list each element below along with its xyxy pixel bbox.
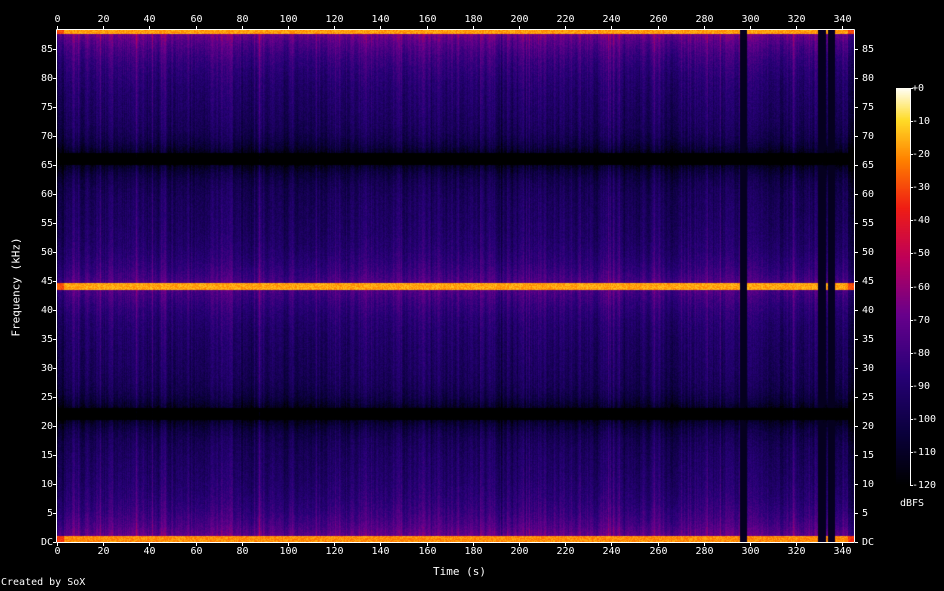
colorbar-tick-label: -100	[912, 413, 937, 425]
y-tick-label-right: 35	[862, 333, 875, 345]
y-tick-label-right: 30	[862, 362, 875, 374]
x-axis-label: Time (s)	[433, 565, 486, 578]
y-tick-label-left: 50	[40, 246, 53, 258]
colorbar-tick-label: -70	[912, 314, 931, 326]
colorbar-tick-label: -50	[912, 247, 931, 259]
colorbar-tick-label: -10	[912, 115, 931, 127]
colorbar-tick-label: -120	[912, 479, 937, 491]
y-tick-label-right: 45	[862, 275, 875, 287]
x-tick-label-top: 100	[279, 14, 298, 25]
colorbar-tick-label: -40	[912, 214, 931, 226]
y-tick-label-left: 15	[40, 449, 53, 461]
colorbar-tick-label: -30	[912, 181, 931, 193]
x-tick-label-top: 320	[787, 14, 806, 25]
x-tick-label-bottom: 280	[695, 546, 714, 557]
x-tick-label-top: 240	[602, 14, 621, 25]
y-tick-label-right: 65	[862, 159, 875, 171]
x-tick-label-top: 60	[190, 14, 203, 25]
y-tick-label-left: 45	[40, 275, 53, 287]
y-tick-label-right: 80	[862, 72, 875, 84]
x-tick-label-bottom: 140	[371, 546, 390, 557]
x-tick-label-top: 260	[649, 14, 668, 25]
x-tick-label-bottom: 320	[787, 546, 806, 557]
colorbar-tick-label: -110	[912, 446, 937, 458]
y-tick-label-right: 75	[862, 101, 875, 113]
x-tick-label-top: 280	[695, 14, 714, 25]
x-tick-label-top: 80	[236, 14, 249, 25]
x-tick-label-top: 300	[741, 14, 760, 25]
footer-credit: Created by SoX	[1, 577, 86, 588]
y-tick-label-left: 5	[46, 507, 53, 519]
y-tick-label-right: 5	[862, 507, 869, 519]
x-tick-label-top: 20	[97, 14, 110, 25]
x-tick-label-bottom: 20	[97, 546, 110, 557]
y-tick-label-right: 70	[862, 130, 875, 142]
x-tick-label-bottom: 220	[556, 546, 575, 557]
y-tick-label-right: 10	[862, 478, 875, 490]
x-tick-label-top: 200	[510, 14, 529, 25]
colorbar-tick-label: -80	[912, 347, 931, 359]
y-tick-label-left: DC	[40, 536, 53, 548]
x-tick-label-bottom: 260	[649, 546, 668, 557]
y-tick-label-right: 60	[862, 188, 875, 200]
y-tick-label-left: 10	[40, 478, 53, 490]
x-tick-label-bottom: 340	[833, 546, 852, 557]
colorbar-label: dBFS	[900, 498, 925, 509]
y-tick-label-left: 25	[40, 391, 53, 403]
x-tick-label-bottom: 180	[464, 546, 483, 557]
y-tick-label-left: 20	[40, 420, 53, 432]
x-tick-label-top: 40	[143, 14, 156, 25]
x-tick-label-top: 0	[54, 14, 61, 25]
y-tick-label-left: 40	[40, 304, 53, 316]
y-tick-label-left: 85	[40, 43, 53, 55]
x-tick-label-top: 340	[833, 14, 852, 25]
y-tick-label-left: 65	[40, 159, 53, 171]
x-tick-label-bottom: 40	[143, 546, 156, 557]
x-tick-label-bottom: 240	[602, 546, 621, 557]
spectrogram-figure: 0 0 20 20 40 40 60 60 80 80 100 100 120 120 140 140 160 1…	[0, 0, 944, 591]
y-tick-label-right: 55	[862, 217, 875, 229]
y-tick-label-left: 55	[40, 217, 53, 229]
y-tick-label-left: 75	[40, 101, 53, 113]
y-tick-label-left: 60	[40, 188, 53, 200]
y-tick-label-right: DC	[862, 536, 875, 548]
y-tick-label-right: 25	[862, 391, 875, 403]
y-tick-label-right: 20	[862, 420, 875, 432]
x-tick-label-bottom: 120	[325, 546, 344, 557]
colorbar-tick-label: -90	[912, 380, 931, 392]
y-tick-label-left: 80	[40, 72, 53, 84]
x-tick-label-bottom: 200	[510, 546, 529, 557]
y-tick-label-left: 70	[40, 130, 53, 142]
y-tick-label-right: 40	[862, 304, 875, 316]
x-tick-label-top: 220	[556, 14, 575, 25]
x-tick-label-bottom: 300	[741, 546, 760, 557]
y-tick-label-left: 30	[40, 362, 53, 374]
y-tick-label-right: 15	[862, 449, 875, 461]
x-tick-label-top: 180	[464, 14, 483, 25]
x-tick-label-bottom: 160	[418, 546, 437, 557]
x-tick-label-bottom: 100	[279, 546, 298, 557]
chart-axes	[53, 26, 913, 546]
y-tick-label-right: 85	[862, 43, 875, 55]
colorbar-tick-label: -20	[912, 148, 931, 160]
colorbar-tick-label: -60	[912, 281, 931, 293]
x-tick-label-top: 120	[325, 14, 344, 25]
x-tick-label-bottom: 60	[190, 546, 203, 557]
y-tick-label-left: 35	[40, 333, 53, 345]
x-tick-label-bottom: 0	[54, 546, 61, 557]
x-tick-label-top: 160	[418, 14, 437, 25]
x-tick-label-bottom: 80	[236, 546, 249, 557]
y-axis-label: Frequency (kHz)	[9, 237, 23, 337]
x-tick-label-top: 140	[371, 14, 390, 25]
colorbar-tick-label: +0	[912, 82, 925, 94]
y-tick-label-right: 50	[862, 246, 875, 258]
